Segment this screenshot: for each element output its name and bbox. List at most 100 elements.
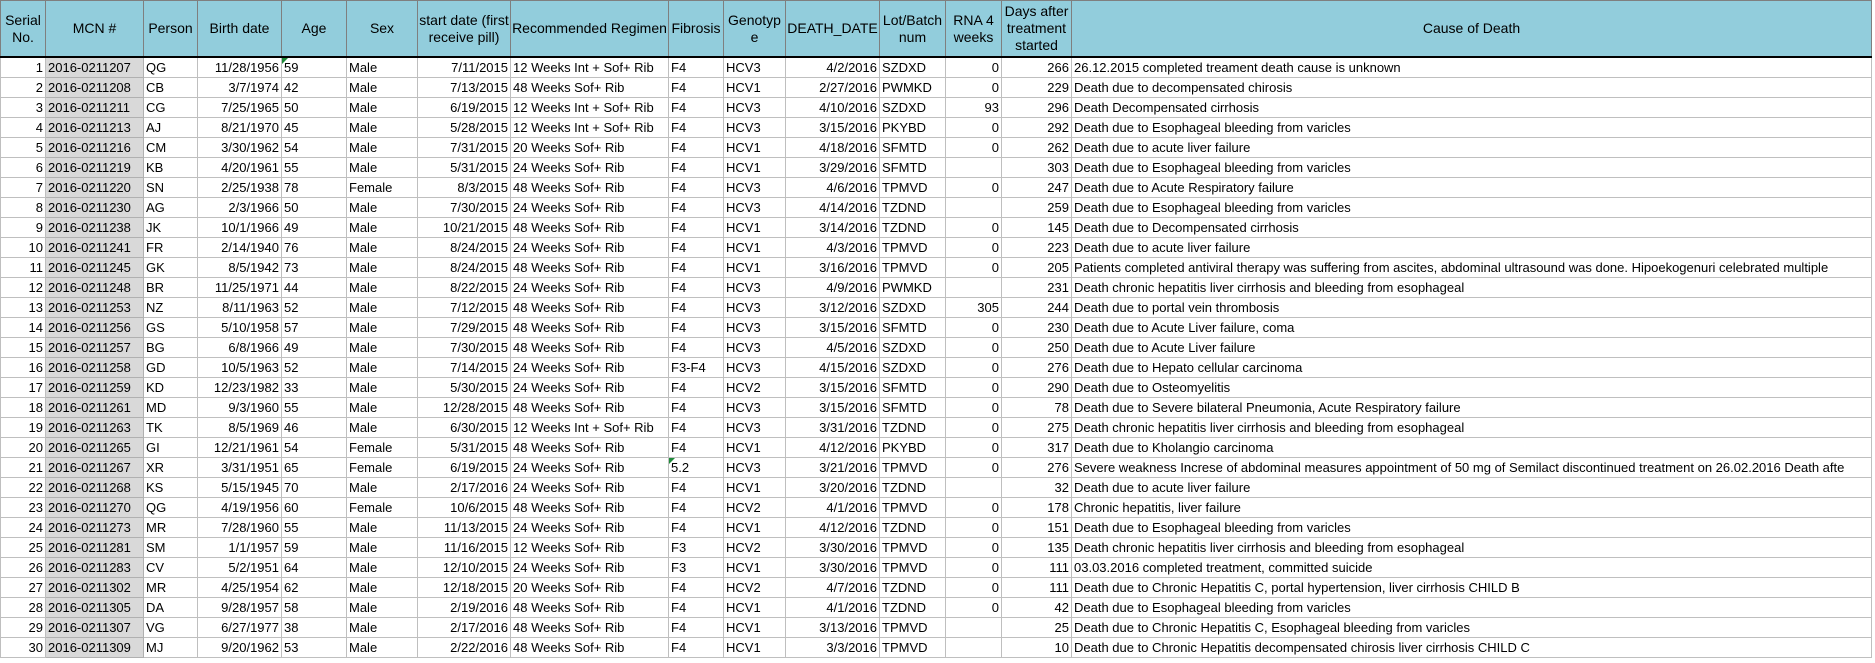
column-header-regimen[interactable]: Recommended Regimen	[510, 0, 669, 58]
cell-serial[interactable]: 22	[0, 477, 46, 498]
cell-rna[interactable]: 0	[945, 56, 1002, 78]
cell-age[interactable]: 45	[281, 117, 347, 138]
cell-cause[interactable]: Death due to Esophageal bleeding from va…	[1071, 597, 1872, 618]
cell-sex[interactable]: Male	[346, 597, 418, 618]
cell-fibrosis[interactable]: F4	[668, 477, 724, 498]
cell-death[interactable]: 3/30/2016	[785, 557, 880, 578]
cell-days[interactable]: 230	[1001, 317, 1072, 338]
cell-person[interactable]: FR	[143, 237, 198, 258]
cell-mcn[interactable]: 2016-0211265	[45, 437, 144, 458]
cell-sex[interactable]: Male	[346, 317, 418, 338]
cell-regimen[interactable]: 48 Weeks Sof+ Rib	[510, 497, 669, 518]
cell-age[interactable]: 64	[281, 557, 347, 578]
column-header-cause[interactable]: Cause of Death	[1071, 0, 1872, 58]
cell-genotype[interactable]: HCV3	[723, 56, 786, 78]
cell-regimen[interactable]: 48 Weeks Sof+ Rib	[510, 437, 669, 458]
cell-days[interactable]: 276	[1001, 357, 1072, 378]
cell-genotype[interactable]: HCV1	[723, 257, 786, 278]
cell-lot[interactable]: PWMKD	[879, 77, 946, 98]
cell-lot[interactable]: SFMTD	[879, 317, 946, 338]
cell-birth[interactable]: 3/7/1974	[197, 77, 282, 98]
cell-sex[interactable]: Female	[346, 457, 418, 478]
cell-death[interactable]: 4/14/2016	[785, 197, 880, 218]
cell-serial[interactable]: 1	[0, 56, 46, 78]
cell-mcn[interactable]: 2016-0211273	[45, 517, 144, 538]
cell-cause[interactable]: Death due to Chronic Hepatitis C, Esopha…	[1071, 617, 1872, 638]
cell-rna[interactable]: 0	[945, 377, 1002, 398]
cell-mcn[interactable]: 2016-0211270	[45, 497, 144, 518]
cell-fibrosis[interactable]: F4	[668, 197, 724, 218]
cell-fibrosis[interactable]: F4	[668, 417, 724, 438]
cell-death[interactable]: 2/27/2016	[785, 77, 880, 98]
cell-sex[interactable]: Male	[346, 157, 418, 178]
cell-serial[interactable]: 18	[0, 397, 46, 418]
cell-person[interactable]: AG	[143, 197, 198, 218]
cell-days[interactable]: 111	[1001, 577, 1072, 598]
cell-person[interactable]: CM	[143, 137, 198, 158]
cell-serial[interactable]: 14	[0, 317, 46, 338]
cell-birth[interactable]: 3/30/1962	[197, 137, 282, 158]
cell-regimen[interactable]: 12 Weeks Int + Sof+ Rib	[510, 97, 669, 118]
cell-start[interactable]: 7/14/2015	[417, 357, 511, 378]
cell-death[interactable]: 3/15/2016	[785, 397, 880, 418]
cell-start[interactable]: 2/19/2016	[417, 597, 511, 618]
cell-age[interactable]: 55	[281, 157, 347, 178]
cell-fibrosis[interactable]: F4	[668, 56, 724, 78]
cell-serial[interactable]: 10	[0, 237, 46, 258]
cell-mcn[interactable]: 2016-0211283	[45, 557, 144, 578]
cell-age[interactable]: 55	[281, 517, 347, 538]
cell-death[interactable]: 4/18/2016	[785, 137, 880, 158]
column-header-serial[interactable]: Serial No.	[0, 0, 46, 58]
cell-fibrosis[interactable]: F3	[668, 557, 724, 578]
cell-regimen[interactable]: 48 Weeks Sof+ Rib	[510, 297, 669, 318]
cell-start[interactable]: 12/10/2015	[417, 557, 511, 578]
cell-cause[interactable]: Chronic hepatitis, liver failure	[1071, 497, 1872, 518]
cell-age[interactable]: 49	[281, 337, 347, 358]
cell-start[interactable]: 2/17/2016	[417, 477, 511, 498]
cell-fibrosis[interactable]: F4	[668, 117, 724, 138]
cell-genotype[interactable]: HCV3	[723, 457, 786, 478]
cell-rna[interactable]: 0	[945, 117, 1002, 138]
cell-age[interactable]: 44	[281, 277, 347, 298]
cell-mcn[interactable]: 2016-0211220	[45, 177, 144, 198]
cell-serial[interactable]: 29	[0, 617, 46, 638]
cell-genotype[interactable]: HCV1	[723, 637, 786, 658]
cell-birth[interactable]: 5/2/1951	[197, 557, 282, 578]
cell-genotype[interactable]: HCV1	[723, 517, 786, 538]
cell-cause[interactable]: Death Decompensated cirrhosis	[1071, 97, 1872, 118]
cell-mcn[interactable]: 2016-0211281	[45, 537, 144, 558]
cell-cause[interactable]: Patients completed antiviral therapy was…	[1071, 257, 1872, 278]
cell-lot[interactable]: TZDND	[879, 577, 946, 598]
cell-person[interactable]: VG	[143, 617, 198, 638]
cell-rna[interactable]: 305	[945, 297, 1002, 318]
cell-regimen[interactable]: 24 Weeks Sof+ Rib	[510, 357, 669, 378]
cell-birth[interactable]: 2/25/1938	[197, 177, 282, 198]
cell-cause[interactable]: Death due to acute liver failure	[1071, 477, 1872, 498]
cell-rna[interactable]: 0	[945, 137, 1002, 158]
cell-mcn[interactable]: 2016-0211245	[45, 257, 144, 278]
cell-birth[interactable]: 4/19/1956	[197, 497, 282, 518]
cell-start[interactable]: 12/28/2015	[417, 397, 511, 418]
cell-start[interactable]: 6/30/2015	[417, 417, 511, 438]
cell-person[interactable]: TK	[143, 417, 198, 438]
cell-rna[interactable]	[945, 637, 1002, 658]
cell-death[interactable]: 3/15/2016	[785, 377, 880, 398]
cell-regimen[interactable]: 24 Weeks Sof+ Rib	[510, 237, 669, 258]
cell-rna[interactable]: 0	[945, 397, 1002, 418]
cell-birth[interactable]: 6/27/1977	[197, 617, 282, 638]
cell-birth[interactable]: 8/5/1969	[197, 417, 282, 438]
cell-start[interactable]: 6/19/2015	[417, 97, 511, 118]
cell-rna[interactable]: 93	[945, 97, 1002, 118]
cell-genotype[interactable]: HCV1	[723, 77, 786, 98]
cell-death[interactable]: 3/14/2016	[785, 217, 880, 238]
cell-serial[interactable]: 4	[0, 117, 46, 138]
cell-serial[interactable]: 9	[0, 217, 46, 238]
cell-rna[interactable]	[945, 617, 1002, 638]
cell-birth[interactable]: 9/28/1957	[197, 597, 282, 618]
cell-cause[interactable]: Death due to decompensated chirosis	[1071, 77, 1872, 98]
cell-lot[interactable]: PWMKD	[879, 277, 946, 298]
cell-sex[interactable]: Male	[346, 417, 418, 438]
cell-rna[interactable]: 0	[945, 77, 1002, 98]
cell-birth[interactable]: 8/11/1963	[197, 297, 282, 318]
cell-genotype[interactable]: HCV1	[723, 557, 786, 578]
